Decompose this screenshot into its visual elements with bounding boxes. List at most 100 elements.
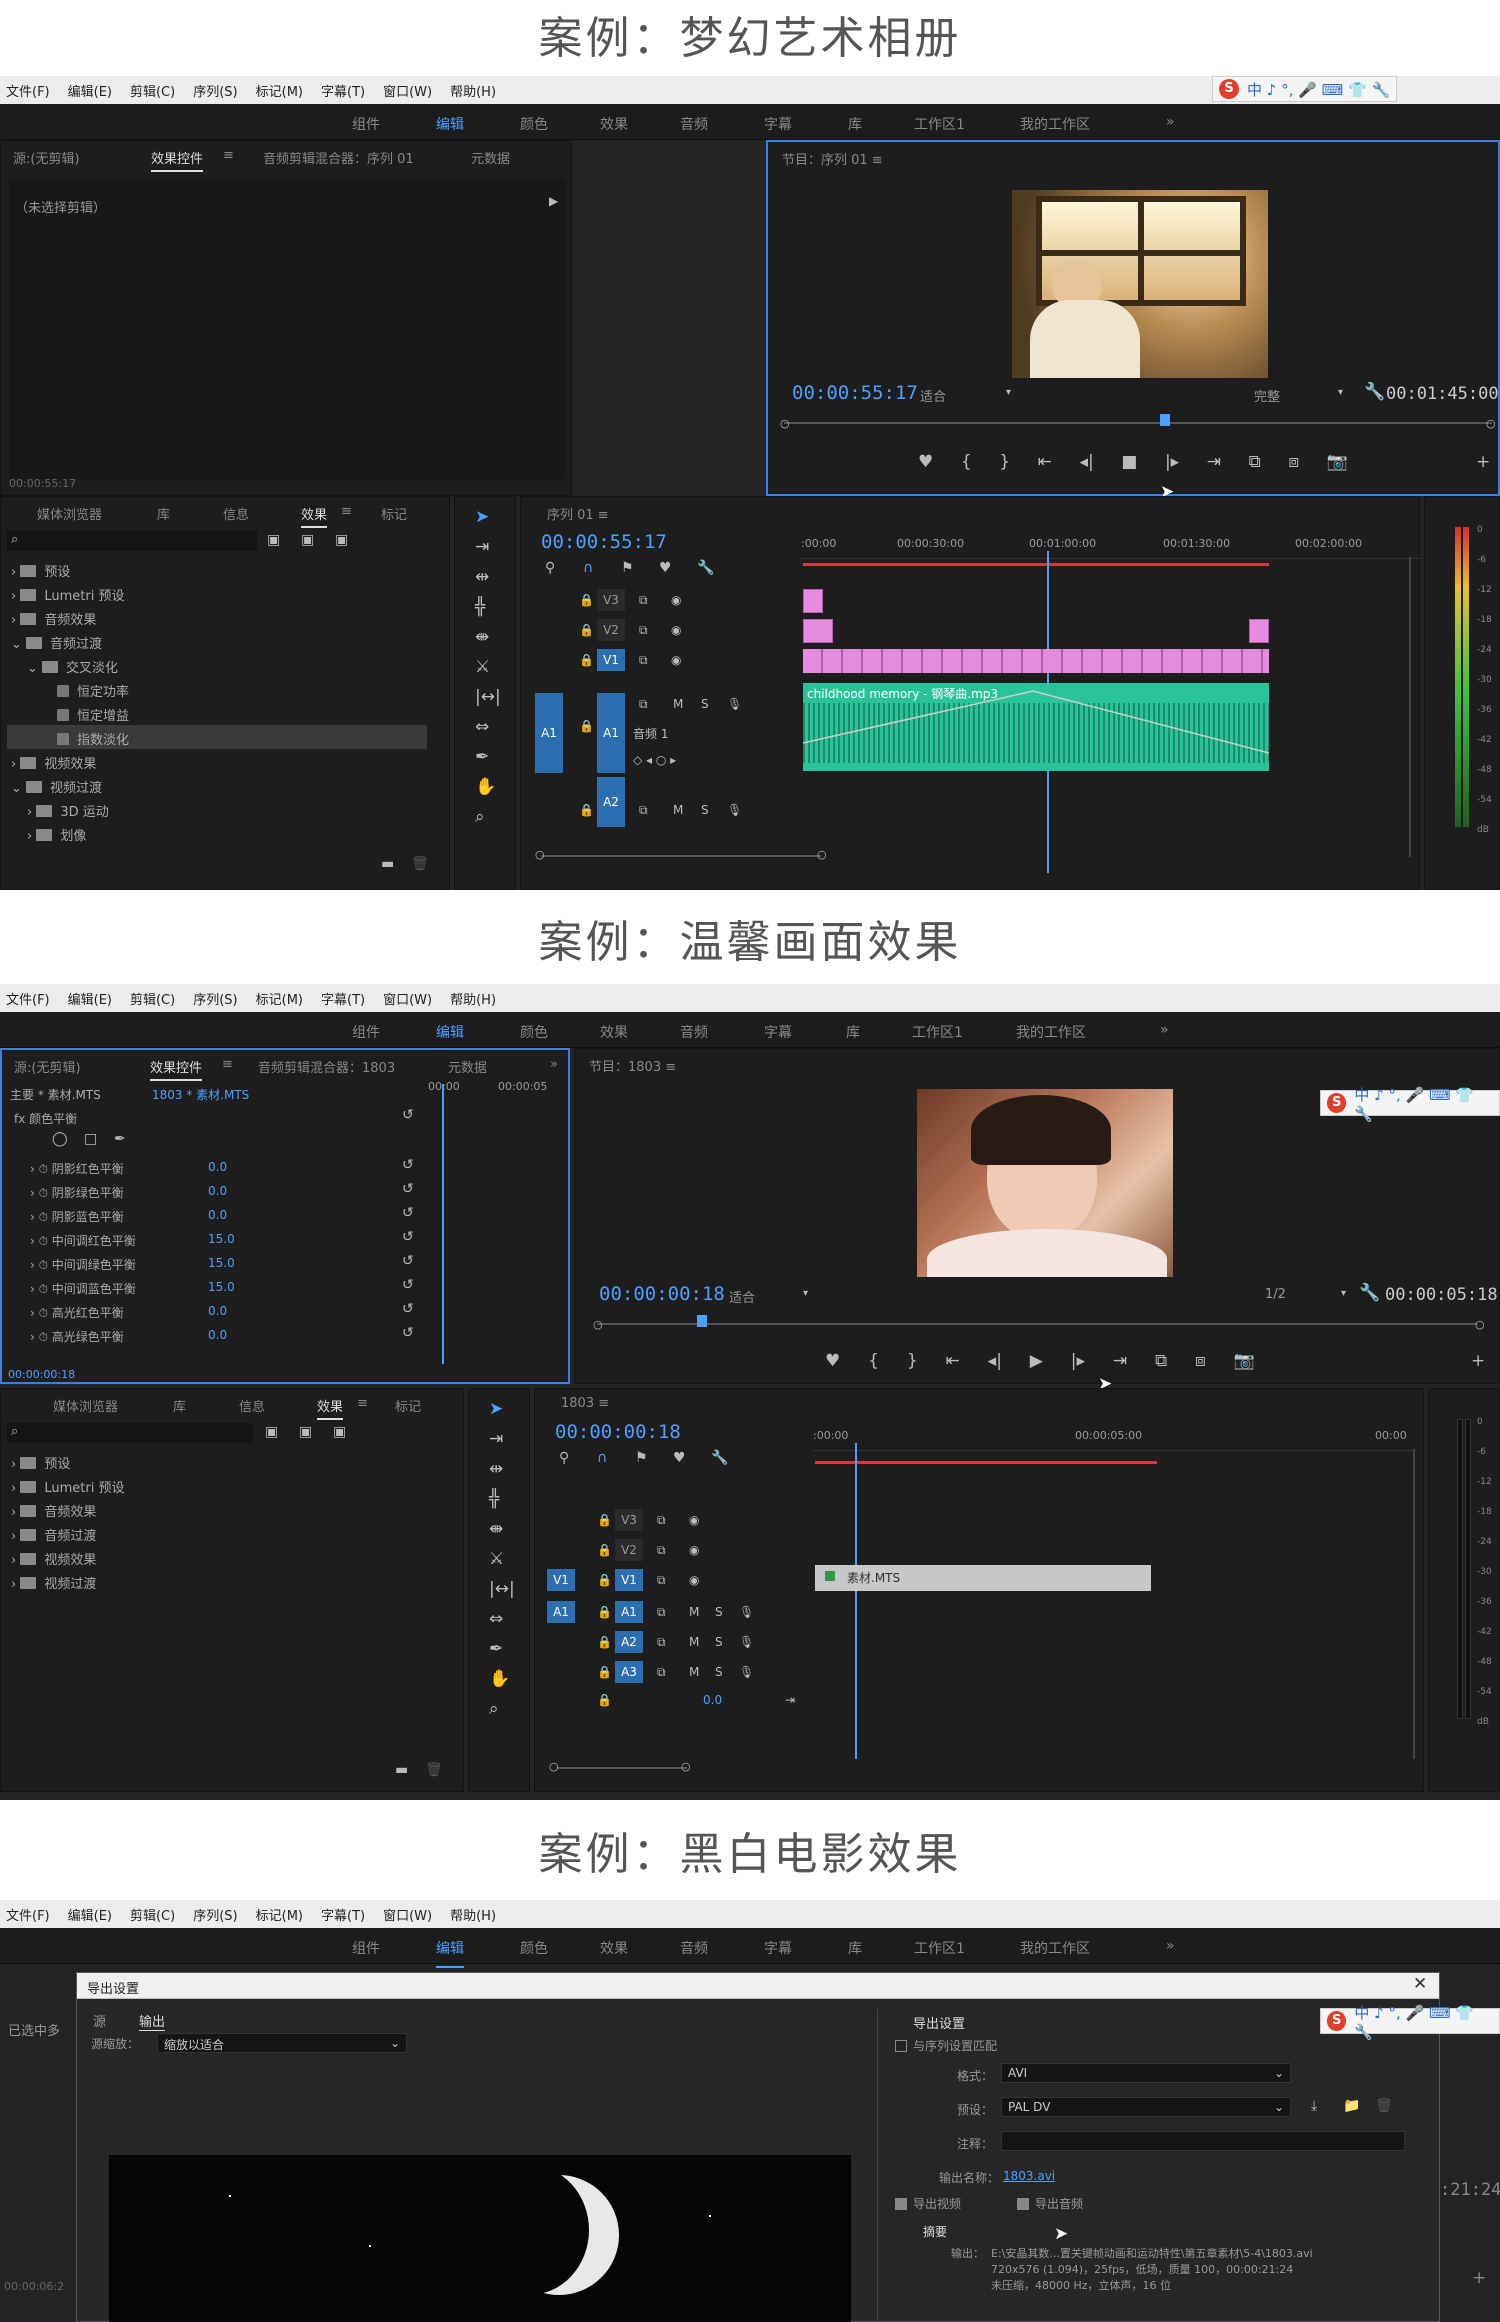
source-a1[interactable]: A1	[547, 1601, 575, 1623]
tab-info[interactable]: 信息	[223, 504, 249, 523]
ws-editing[interactable]: 编辑	[436, 1938, 464, 1968]
zoom-handle-left[interactable]: ○	[549, 1761, 559, 1772]
eye-icon[interactable]: ◉	[689, 1573, 699, 1587]
tree-item[interactable]: › 视频过渡	[11, 1573, 96, 1592]
ws-color[interactable]: 颜色	[520, 1022, 548, 1042]
timeline-timecode[interactable]: 00:00:00:18	[555, 1421, 681, 1443]
add-marker-icon[interactable]: ♥	[918, 454, 933, 476]
menu-window[interactable]: 窗口(W)	[383, 989, 432, 1008]
effect-param[interactable]: › ⏱ 高光绿色平衡	[30, 1328, 124, 1345]
sync-lock-icon[interactable]: ⧉	[657, 1665, 666, 1680]
timeline-scrollbar[interactable]	[541, 855, 821, 857]
track-v3[interactable]: V3	[615, 1509, 643, 1531]
lock-icon[interactable]: 🔒	[597, 1693, 612, 1707]
keyframe-nav-icon[interactable]: ◇ ◂ ○ ▸	[633, 753, 676, 767]
pen-mask-icon[interactable]: ✒	[114, 1132, 126, 1146]
ime-toolbar[interactable]: S中 ♪ °, 🎤 ⌨ 👕 🔧	[1212, 76, 1398, 102]
ws-color[interactable]: 颜色	[520, 114, 548, 134]
menu-clip[interactable]: 剪辑(C)	[130, 989, 175, 1008]
sync-lock-icon[interactable]: ⧉	[639, 593, 648, 608]
tab-output[interactable]: 输出	[139, 2011, 166, 2031]
solo-button[interactable]: S	[715, 1605, 723, 1619]
mute-button[interactable]: M	[673, 697, 683, 711]
add-marker-icon[interactable]: ♥	[659, 561, 672, 575]
audio-clip[interactable]: childhood memory - 钢琴曲.mp3	[803, 683, 1269, 771]
scrubber-track[interactable]	[784, 422, 1492, 424]
tab-menu-icon[interactable]: ≡	[223, 148, 234, 163]
zoom-icon[interactable]: ⌕	[489, 1701, 499, 1718]
overwrite-icon[interactable]: ⧈	[1288, 454, 1299, 476]
step-back-icon[interactable]: ◂|	[1079, 454, 1093, 476]
rate-stretch-icon[interactable]: ⇼	[489, 1521, 503, 1538]
zoom-icon[interactable]: ⌕	[475, 809, 485, 826]
menu-window[interactable]: 窗口(W)	[383, 81, 432, 100]
track-a2[interactable]: A2	[597, 777, 625, 827]
export-video-checkbox[interactable]: 导出视频	[895, 2195, 961, 2212]
zoom-select[interactable]: 适合	[729, 1287, 755, 1306]
tree-item[interactable]: › 音频效果	[11, 1501, 96, 1520]
menu-file[interactable]: 文件(F)	[6, 989, 50, 1008]
video-clip[interactable]	[1249, 619, 1269, 643]
effect-param-value[interactable]: 15.0	[208, 1256, 235, 1270]
ws-assembly[interactable]: 组件	[352, 114, 380, 134]
delete-preset-icon[interactable]: 🗑	[1375, 2099, 1393, 2113]
tab-effect-controls[interactable]: 效果控件	[150, 1057, 203, 1081]
lock-icon[interactable]: 🔒	[579, 593, 594, 607]
overwrite-icon[interactable]: ⧈	[1195, 1353, 1206, 1375]
ime-toolbar[interactable]: S中 ♪ °, 🎤 ⌨ 👕 🔧	[1320, 1086, 1500, 1123]
export-section-title[interactable]: 导出设置	[913, 2013, 965, 2032]
track-v3[interactable]: V3	[597, 589, 625, 611]
linked-selection-icon[interactable]: ⚑	[635, 1451, 648, 1465]
tree-item[interactable]: 恒定增益	[57, 705, 129, 724]
zoom-handle-right[interactable]: ○	[1475, 1319, 1485, 1330]
tree-item[interactable]: › 音频过渡	[11, 1525, 96, 1544]
add-marker-icon[interactable]: ♥	[825, 1353, 840, 1375]
menu-edit[interactable]: 编辑(E)	[68, 81, 112, 100]
track-a1[interactable]: A1	[615, 1601, 643, 1623]
tab-menu-icon[interactable]: ≡	[357, 1396, 368, 1411]
wrench-icon[interactable]: 🔧	[711, 1451, 728, 1465]
tab-source[interactable]: 源	[93, 2011, 106, 2030]
reset-icon[interactable]: ↺	[402, 1108, 414, 1122]
mic-icon[interactable]: 🎙	[739, 1635, 754, 1649]
program-title[interactable]: 节目：序列 01 ≡	[782, 149, 883, 168]
time-ruler[interactable]: :00:00 00:00:05:00 00:00	[813, 1425, 1413, 1451]
effect-param-value[interactable]: 15.0	[208, 1280, 235, 1294]
play-icon[interactable]: ▶	[1030, 1353, 1043, 1375]
volume-rubberband[interactable]	[803, 683, 1269, 771]
razor-icon[interactable]: ⚔	[489, 1551, 504, 1568]
menu-sequence[interactable]: 序列(S)	[193, 81, 237, 100]
tab-audio-mixer[interactable]: 音频剪辑混合器：1803	[258, 1057, 395, 1076]
tree-item[interactable]: › 视频效果	[11, 753, 96, 772]
ws-audio[interactable]: 音频	[680, 114, 708, 134]
source-v1[interactable]: V1	[547, 1569, 575, 1591]
zoom-select[interactable]: 适合	[920, 386, 946, 405]
sync-lock-icon[interactable]: ⧉	[657, 1635, 666, 1650]
delete-icon[interactable]: 🗑	[411, 857, 429, 871]
preset-select[interactable]: PAL DV ⌄	[1001, 2097, 1291, 2117]
eye-icon[interactable]: ◉	[671, 623, 681, 637]
rolling-edit-icon[interactable]: ╬	[475, 599, 485, 616]
save-preset-icon[interactable]: ⤓	[1311, 2099, 1317, 2113]
camera-icon[interactable]: 📷	[1327, 454, 1348, 476]
accelerated-fx-icon[interactable]: ▣	[265, 1425, 278, 1439]
razor-icon[interactable]: ⚔	[475, 659, 490, 676]
zoom-handle-right[interactable]: ○	[681, 1761, 691, 1772]
rect-mask-icon[interactable]: □	[84, 1132, 97, 1146]
ws-titles[interactable]: 字幕	[764, 1022, 792, 1042]
snap-icon[interactable]: ∩	[583, 561, 593, 575]
eye-icon[interactable]: ◉	[689, 1543, 699, 1557]
stop-icon[interactable]: ■	[1121, 454, 1137, 476]
zoom-handle-left[interactable]: ○	[593, 1319, 603, 1330]
menu-help[interactable]: 帮助(H)	[450, 1905, 496, 1924]
ws-editing[interactable]: 编辑	[436, 1022, 464, 1052]
ws-assembly[interactable]: 组件	[352, 1022, 380, 1042]
playhead-marker[interactable]	[1160, 414, 1170, 426]
chevron-down-icon[interactable]: ▾	[1338, 388, 1343, 398]
insert-icon[interactable]: ⧉	[1249, 454, 1261, 476]
menu-title[interactable]: 字幕(T)	[321, 989, 365, 1008]
new-folder-icon[interactable]: ▬	[395, 1763, 408, 1777]
to-end-icon[interactable]: ⇥	[785, 1693, 795, 1707]
add-marker-icon[interactable]: ♥	[673, 1451, 686, 1465]
timeline-scrollbar[interactable]	[557, 1767, 687, 1769]
